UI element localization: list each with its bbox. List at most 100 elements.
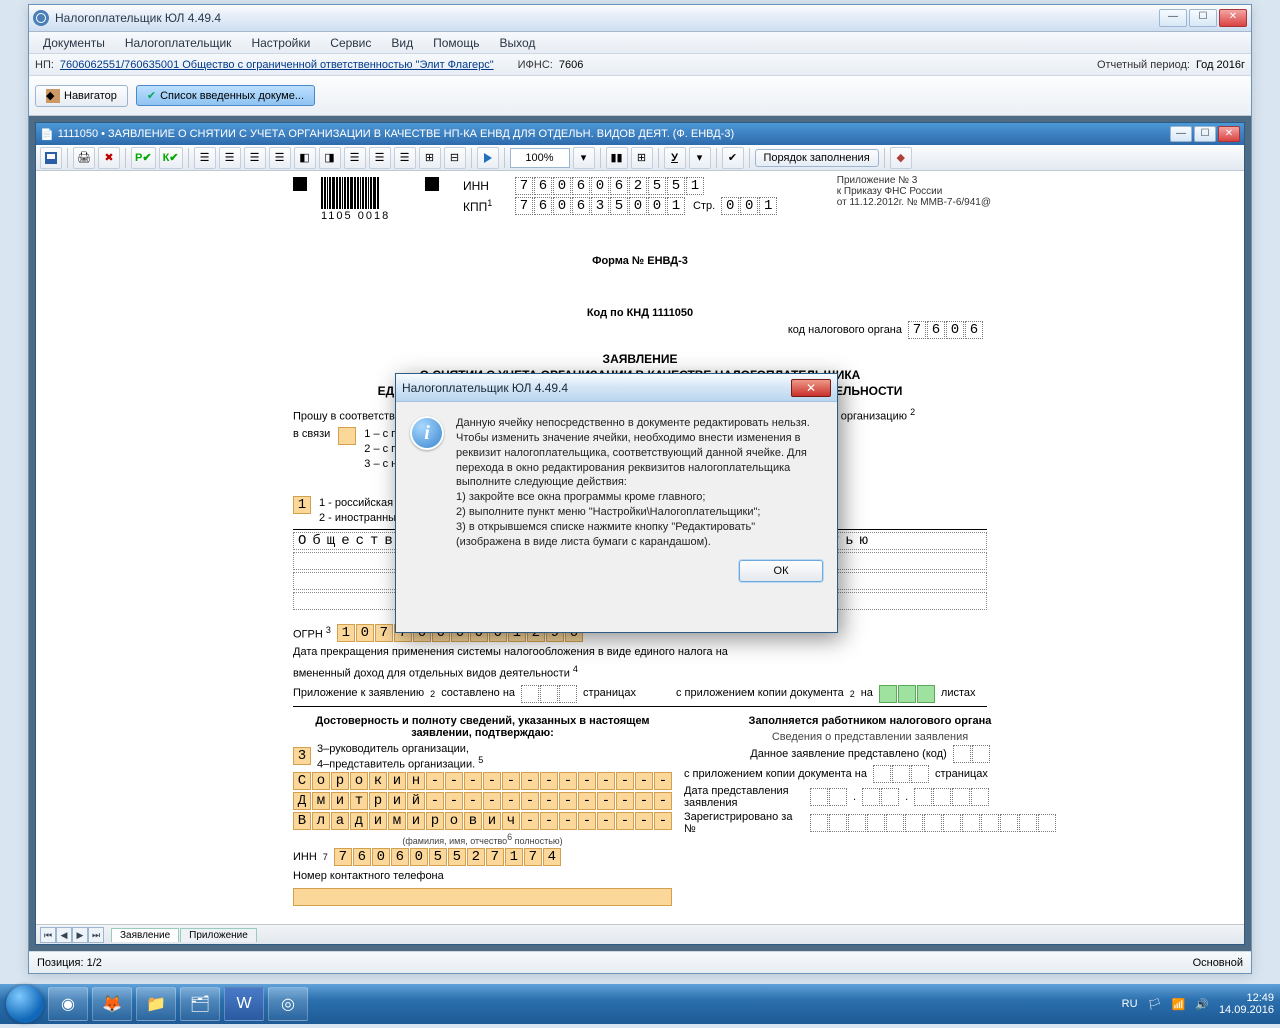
tb-7[interactable]: ☰ (344, 147, 366, 169)
menu-settings[interactable]: Настройки (243, 34, 318, 52)
tb-5[interactable]: ◧ (294, 147, 316, 169)
task-taxpayer[interactable]: ◎ (268, 987, 308, 1021)
doc-maximize-button[interactable]: ☐ (1194, 126, 1216, 142)
menu-taxpayer[interactable]: Налогоплательщик (117, 34, 240, 52)
tb-11[interactable]: ⊟ (444, 147, 466, 169)
ogrn-label: ОГРН 3 (293, 624, 331, 643)
close-button[interactable]: ✕ (1219, 9, 1247, 27)
sheet-tabs: ⏮ ◀ ▶ ⏭ Заявление Приложение (36, 924, 1244, 944)
tb-1[interactable]: ☰ (194, 147, 216, 169)
tb-2[interactable]: ☰ (219, 147, 241, 169)
tb-9[interactable]: ☰ (394, 147, 416, 169)
zoom-dropdown[interactable]: ▾ (573, 147, 595, 169)
confirm-section: Достоверность и полноту сведений, указан… (293, 715, 672, 908)
period-value: Год 2016г (1196, 59, 1245, 71)
doc-titlebar[interactable]: 📄 1111050 • ЗАЯВЛЕНИЕ О СНЯТИИ С УЧЕТА О… (36, 123, 1244, 145)
app-title: Налогоплательщик ЮЛ 4.49.4 (55, 11, 1159, 25)
system-tray[interactable]: RU 🏳 📶 🔊 12:4914.09.2016 (1122, 992, 1274, 1016)
phone-input[interactable] (293, 888, 672, 906)
menu-view[interactable]: Вид (383, 34, 421, 52)
tab-prilozhenie[interactable]: Приложение (180, 928, 257, 942)
underline-button[interactable]: У (664, 147, 686, 169)
delete-button[interactable]: ✖ (98, 147, 120, 169)
taskbar: ◉ 🦊 📁 🗂 W ◎ RU 🏳 📶 🔊 12:4914.09.2016 (0, 984, 1280, 1024)
inn-cells[interactable]: 7606062551 (515, 177, 704, 195)
dialog-titlebar[interactable]: Налогоплательщик ЮЛ 4.49.4 ✕ (396, 374, 837, 402)
doc-list-button[interactable]: ✔Список введенных докуме... (136, 85, 315, 106)
patronymic-cells[interactable]: Владимирович-------- (293, 812, 672, 830)
sheet-nav-prev[interactable]: ◀ (56, 927, 72, 943)
main-titlebar[interactable]: Налогоплательщик ЮЛ 4.49.4 — ☐ ✕ (29, 5, 1251, 32)
check-r-button[interactable]: Р✔ (131, 147, 156, 169)
tray-sound-icon[interactable]: 🔊 (1195, 998, 1209, 1011)
form-number: Форма № ЕНВД-3 (293, 255, 987, 267)
check-k-button[interactable]: К✔ (159, 147, 183, 169)
info-dialog: Налогоплательщик ЮЛ 4.49.4 ✕ i Данную яч… (395, 373, 838, 633)
ifns-value: 7606 (559, 59, 583, 71)
menu-help[interactable]: Помощь (425, 34, 487, 52)
save-button[interactable] (40, 147, 62, 169)
task-word[interactable]: W (224, 987, 264, 1021)
tb-exec[interactable]: ✔ (722, 147, 744, 169)
menu-documents[interactable]: Документы (35, 34, 113, 52)
tray-flag-icon[interactable]: 🏳 (1148, 998, 1162, 1011)
statusbar: Позиция: 1/2 Основной (29, 951, 1251, 973)
task-explorer[interactable]: 📁 (136, 987, 176, 1021)
np-link[interactable]: 7606062551/760635001 Общество с ограниче… (60, 59, 494, 71)
help-book-button[interactable]: ◆ (890, 147, 912, 169)
tb-4[interactable]: ☰ (269, 147, 291, 169)
attachment-row: Приложение к заявлению2 составлено на ст… (293, 685, 987, 703)
task-app2[interactable]: 🗂 (180, 987, 220, 1021)
task-chrome[interactable]: ◉ (48, 987, 88, 1021)
doc-minimize-button[interactable]: — (1170, 126, 1192, 142)
task-firefox[interactable]: 🦊 (92, 987, 132, 1021)
doc-toolbar: 🖨 ✖ Р✔ К✔ ☰ ☰ ☰ ☰ ◧ ◨ ☰ ☰ ☰ ⊞ ⊟ (36, 145, 1244, 171)
sheet-nav-last[interactable]: ⏭ (88, 927, 104, 943)
dialog-ok-button[interactable]: ОК (739, 560, 823, 582)
org-type-cell[interactable]: 1 (293, 496, 311, 514)
appendix-info: Приложение № 3 к Приказу ФНС России от 1… (837, 175, 991, 208)
tb-barcode[interactable]: ▮▮ (606, 147, 628, 169)
sheet-nav-first[interactable]: ⏮ (40, 927, 56, 943)
app-icon (33, 10, 49, 26)
dialog-close-button[interactable]: ✕ (791, 379, 831, 397)
firstname-cells[interactable]: Дмитрий------------- (293, 792, 672, 810)
sheet-nav-next[interactable]: ▶ (72, 927, 88, 943)
tb-grid[interactable]: ⊞ (631, 147, 653, 169)
reason-code-cell[interactable] (338, 427, 356, 445)
menu-service[interactable]: Сервис (322, 34, 379, 52)
page-label: Стр. (693, 200, 715, 212)
fill-order-button[interactable]: Порядок заполнения (755, 149, 879, 167)
info-bar: НП: 7606062551/760635001 Общество с огра… (29, 54, 1251, 76)
next-page-button[interactable] (477, 147, 499, 169)
representative-inn-cells[interactable]: 760605527174 (334, 848, 561, 866)
np-label: НП: (35, 59, 54, 71)
menu-exit[interactable]: Выход (491, 34, 543, 52)
navigator-button[interactable]: ◆Навигатор (35, 85, 128, 107)
barcode-number: 1105 0018 (321, 210, 390, 222)
zoom-input[interactable] (510, 148, 570, 168)
status-mode: Основной (1193, 957, 1243, 969)
corner-marker (293, 177, 307, 191)
surname-cells[interactable]: Сорокин------------- (293, 772, 672, 790)
confirm-role-cell[interactable]: 3 (293, 747, 311, 765)
kpp-cells[interactable]: 760635001 (515, 197, 685, 215)
tax-org-cells[interactable]: 7606 (908, 321, 983, 339)
tray-network-icon[interactable]: 📶 (1172, 998, 1186, 1011)
doc-title: 1111050 • ЗАЯВЛЕНИЕ О СНЯТИИ С УЧЕТА ОРГ… (58, 128, 1170, 140)
tb-3[interactable]: ☰ (244, 147, 266, 169)
tray-lang[interactable]: RU (1122, 998, 1138, 1010)
tb-dd[interactable]: ▾ (689, 147, 711, 169)
tab-zayavlenie[interactable]: Заявление (111, 928, 179, 942)
tb-8[interactable]: ☰ (369, 147, 391, 169)
doc-close-button[interactable]: ✕ (1218, 126, 1240, 142)
print-button[interactable]: 🖨 (73, 147, 95, 169)
minimize-button[interactable]: — (1159, 9, 1187, 27)
tb-10[interactable]: ⊞ (419, 147, 441, 169)
info-icon: i (410, 416, 444, 450)
barcode: 1105 0018 (321, 177, 390, 222)
tray-clock[interactable]: 12:4914.09.2016 (1219, 992, 1274, 1016)
start-button[interactable] (6, 985, 44, 1023)
tb-6[interactable]: ◨ (319, 147, 341, 169)
maximize-button[interactable]: ☐ (1189, 9, 1217, 27)
